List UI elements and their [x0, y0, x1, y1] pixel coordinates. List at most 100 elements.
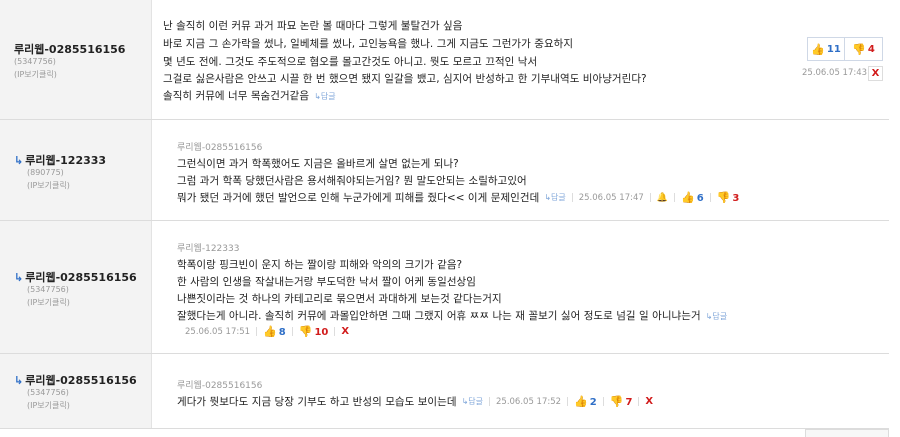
comment-text-line: 몇 년도 전에. 그것도 주도적으로 혐오를 몰고간것도 아니고. 뭣도 모르고…	[163, 56, 538, 68]
comment-text-line: 그런식이면 과거 학폭했어도 지금은 올바르게 살면 없는게 되나?	[177, 158, 459, 170]
thumbs-down-icon: 👎	[852, 42, 866, 56]
delete-button[interactable]: X	[645, 396, 653, 407]
comment-body: 루리웹-0285516156 그런식이면 과거 학폭했어도 지금은 올바르게 살…	[152, 120, 889, 220]
divider	[674, 193, 676, 202]
reply-arrow-icon: ↳	[14, 154, 24, 167]
comment-text-line: 게다가 뭣보다도 지금 당장 기부도 하고 반성의 모습도 보이는데	[177, 396, 457, 408]
comment-item: ↳ 루리웹-122333 (890775) (IP보기클릭) 루리웹-028551…	[0, 120, 889, 221]
comment-footer: 뭐가 됐던 과거에 했던 발언으로 인해 누군가에게 피해를 줬다<< 이게 문…	[177, 190, 739, 205]
downvote-button[interactable]: 👎 10	[299, 325, 329, 338]
comment-footer: 게다가 뭣보다도 지금 당장 기부도 하고 반성의 모습도 보이는데 ↳답글 2…	[177, 394, 653, 409]
upvote-count: 2	[589, 397, 597, 408]
comment-text-line: 나쁜짓이라는 것 하나의 카테고리로 묶으면서 과대하게 보는것 같다는거지	[177, 293, 502, 305]
delete-button[interactable]: X	[868, 66, 883, 81]
author-user-id: (5347756)	[27, 388, 69, 397]
comment-footer: 25.06.05 17:51 👍 8 👎 10 X	[185, 325, 349, 338]
ip-view-link[interactable]: (IP보기클릭)	[27, 400, 70, 411]
divider	[567, 397, 569, 406]
comment-text-line: 바로 지금 그 손가락을 썼나, 일베체를 썼나, 고인능욕을 했나. 그게 지…	[163, 38, 574, 50]
ip-view-link[interactable]: (IP보기클릭)	[14, 69, 57, 80]
divider	[649, 193, 651, 202]
comment-text-line: 학폭이랑 핑크빈이 운지 하는 짤이랑 피해와 악의의 크기가 같음?	[177, 259, 463, 271]
upvote-button[interactable]: 👍 2	[574, 395, 597, 408]
divider	[709, 193, 711, 202]
comment-item: 루리웹-0285516156 (5347756) (IP보기클릭) 난 솔직히 …	[0, 0, 889, 120]
comment-text-line: 솔직히 커뮤에 너무 목숨건거같음 ↳답글	[163, 88, 336, 103]
upvote-button[interactable]: 👍 8	[263, 325, 286, 338]
author-name-text: 루리웹-0285516156	[25, 271, 137, 284]
ip-view-link[interactable]: (IP보기클릭)	[27, 180, 70, 191]
author-name-text: 루리웹-122333	[25, 154, 107, 167]
parent-author-ref: 루리웹-0285516156	[177, 381, 263, 391]
reply-button[interactable]: ↳답글	[544, 192, 565, 203]
divider	[334, 327, 336, 336]
delete-button[interactable]: X	[341, 326, 349, 337]
downvote-button[interactable]: 👎 3	[717, 191, 740, 204]
comment-text-line: 그럼 과거 학폭 당했던사람은 용서해줘야되는거임? 뭔 말도안되는 소릴하고있…	[177, 175, 527, 187]
author-name[interactable]: ↳ 루리웹-0285516156	[14, 372, 137, 388]
upvote-button[interactable]: 👍 6	[681, 191, 704, 204]
delete-x-icon: X	[871, 68, 880, 79]
downvote-count: 4	[867, 43, 875, 55]
downvote-button[interactable]: 👎 7	[610, 395, 633, 408]
thumbs-down-icon: 👎	[609, 395, 624, 408]
divider	[602, 397, 604, 406]
author-name[interactable]: 루리웹-0285516156	[14, 41, 125, 57]
author-name[interactable]: ↳ 루리웹-0285516156	[14, 269, 137, 285]
comment-body: 루리웹-0285516156 게다가 뭣보다도 지금 당장 기부도 하고 반성의…	[152, 354, 889, 428]
comment-text: 잘했다는게 아니라. 솔직히 커뮤에 과몰입안하면 그때 그랬지 어휴 ㅉㅉ 나…	[177, 310, 701, 322]
upvote-button[interactable]: 👍 11	[808, 38, 845, 60]
divider	[256, 327, 258, 336]
downvote-button[interactable]: 👎 4	[845, 38, 882, 60]
reply-button[interactable]: ↳답글	[706, 312, 728, 321]
author-name-text: 루리웹-0285516156	[25, 374, 137, 387]
comment-item: ↳ 루리웹-0285516156 (5347756) (IP보기클릭) 루리웹-0…	[0, 354, 889, 429]
thumbs-up-icon: 👍	[263, 325, 277, 338]
author-user-id: (5347756)	[27, 285, 69, 294]
parent-author-ref: 루리웹-0285516156	[177, 143, 263, 153]
divider	[638, 397, 640, 406]
upvote-count: 8	[278, 327, 286, 338]
thumbs-down-icon: 👎	[716, 191, 731, 204]
downvote-count: 7	[625, 397, 633, 408]
divider	[571, 193, 573, 202]
author-panel: 루리웹-0285516156 (5347756) (IP보기클릭)	[0, 0, 152, 119]
ip-view-link[interactable]: (IP보기클릭)	[27, 297, 70, 308]
upvote-count: 11	[826, 43, 841, 55]
downvote-count: 10	[314, 327, 329, 338]
comment-timestamp: 25.06.05 17:52	[496, 396, 562, 407]
reply-button[interactable]: ↳답글	[462, 396, 483, 407]
upvote-count: 6	[696, 193, 704, 204]
comment-text-line: 뭐가 됐던 과거에 했던 발언으로 인해 누군가에게 피해를 줬다<< 이게 문…	[177, 192, 540, 204]
divider	[489, 397, 490, 406]
comment-timestamp: 25.06.05 17:51	[185, 326, 251, 337]
reply-arrow-icon: ↳	[14, 271, 24, 284]
comment-body: 루리웹-122333 학폭이랑 핑크빈이 운지 하는 짤이랑 피해와 악의의 크…	[152, 221, 889, 353]
author-user-id: (890775)	[27, 168, 64, 177]
comment-list: 루리웹-0285516156 (5347756) (IP보기클릭) 난 솔직히 …	[0, 0, 889, 437]
comment-text-line: 잘했다는게 아니라. 솔직히 커뮤에 과몰입안하면 그때 그랬지 어휴 ㅉㅉ 나…	[177, 308, 727, 323]
author-name[interactable]: ↳ 루리웹-122333	[14, 152, 106, 168]
thumbs-down-icon: 👎	[298, 325, 313, 338]
comment-body: 난 솔직히 이런 커뮤 과거 파묘 논란 볼 때마다 그렇게 불탈건가 싶음 바…	[152, 0, 889, 119]
reply-button[interactable]: ↳답글	[314, 92, 336, 101]
report-bell-icon[interactable]: 🔔	[657, 193, 668, 203]
author-panel: ↳ 루리웹-122333 (890775) (IP보기클릭)	[0, 120, 152, 220]
thumbs-up-icon: 👍	[811, 42, 825, 56]
author-panel: ↳ 루리웹-0285516156 (5347756) (IP보기클릭)	[0, 354, 152, 428]
thumbs-up-icon: 👍	[681, 191, 695, 204]
parent-author-ref: 루리웹-122333	[177, 244, 240, 254]
comment-timestamp: 25.06.05 17:47	[578, 192, 644, 203]
vote-box: 👍 11 👎 4	[807, 37, 883, 61]
comment-text-line: 그걸로 싫은사람은 안쓰고 시끌 한 번 했으면 됐지 일갈을 뱄고, 심지어 …	[163, 73, 647, 85]
comment-text: 솔직히 커뮤에 너무 목숨건거같음	[163, 90, 310, 102]
comment-item: ↳ 루리웹-0285516156 (5347756) (IP보기클릭) 루리웹-1…	[0, 221, 889, 354]
divider	[291, 327, 293, 336]
author-user-id: (5347756)	[14, 57, 56, 66]
thumbs-up-icon: 👍	[574, 395, 588, 408]
comment-text-line: 난 솔직히 이런 커뮤 과거 파묘 논란 볼 때마다 그렇게 불탈건가 싶음	[163, 20, 463, 32]
reply-arrow-icon: ↳	[14, 374, 24, 387]
next-comment-stub	[805, 429, 889, 437]
comment-timestamp: 25.06.05 17:43	[802, 68, 868, 78]
author-panel: ↳ 루리웹-0285516156 (5347756) (IP보기클릭)	[0, 221, 152, 353]
